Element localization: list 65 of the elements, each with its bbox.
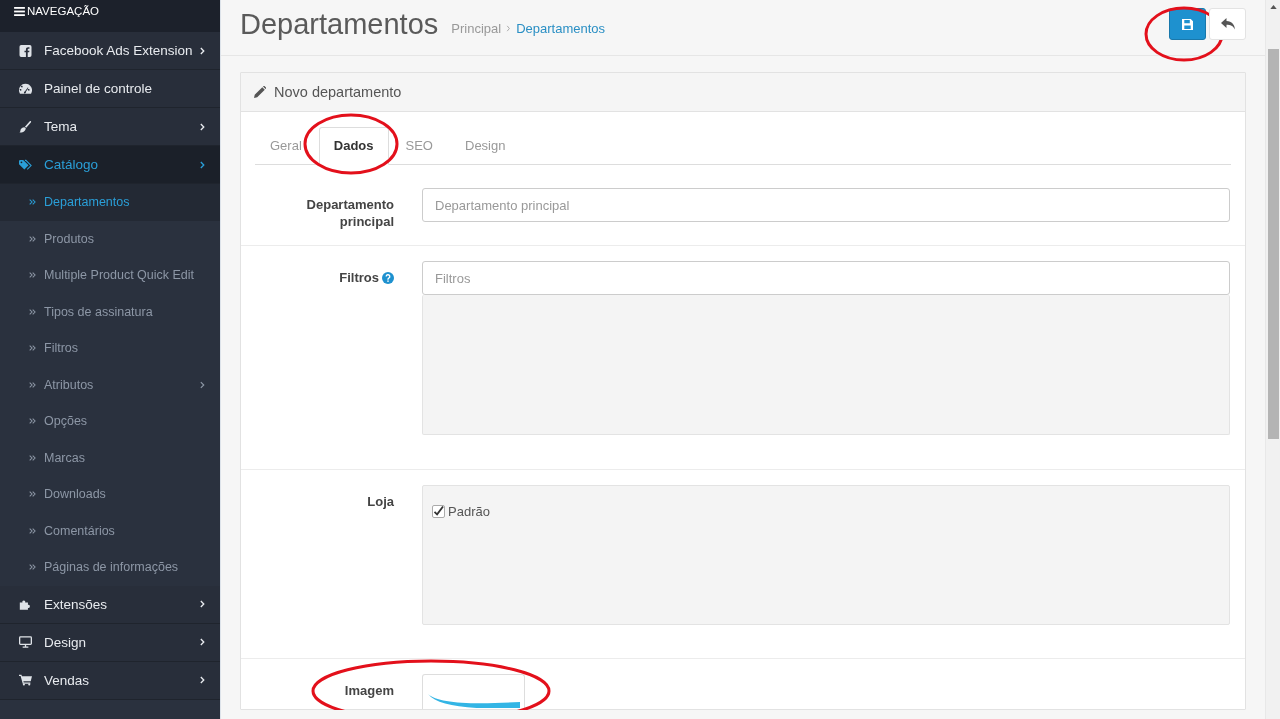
double-chevron-icon [29,199,36,206]
menu-item[interactable]: Vendas [0,661,220,700]
checkbox[interactable] [432,505,445,518]
facebook-icon [19,44,32,57]
double-chevron-icon [29,381,36,388]
field-label: Loja [367,493,394,510]
submenu-item[interactable]: Opções [0,403,220,440]
field-label: Imagem [344,682,394,699]
help-icon[interactable] [382,272,394,284]
image-thumbnail[interactable] [422,674,525,709]
submenu-item[interactable]: Produtos [0,220,220,257]
save-button[interactable] [1169,8,1206,40]
submenu-item[interactable]: Downloads [0,476,220,513]
double-chevron-icon [29,491,36,498]
menu-item[interactable]: Tema [0,108,220,146]
checkbox-label: Padrão [448,504,490,519]
nav-title: NAVEGAÇÃO [27,5,99,18]
cart-icon [19,674,32,686]
reply-arrow-icon [1220,18,1235,30]
tab[interactable]: SEO [390,127,448,165]
tag-icon [19,158,32,171]
page-title: Departamentos [240,6,439,41]
double-chevron-icon [29,527,36,534]
menu-item[interactable]: Design [0,623,220,662]
text-input[interactable]: Departamento principal [422,188,1230,222]
double-chevron-icon [29,454,36,461]
submenu-item[interactable]: Marcas [0,439,220,476]
scroll-up-icon[interactable] [1269,5,1277,9]
tab[interactable]: Geral [255,127,317,165]
text-input[interactable]: Filtros [422,261,1230,295]
tab[interactable]: Design [450,127,521,165]
monitor-icon [19,636,32,648]
double-chevron-icon [29,418,36,425]
breadcrumb-link[interactable]: Principal [451,21,502,36]
brush-icon [19,120,32,133]
submenu-item[interactable]: Comentários [0,512,220,549]
tab[interactable]: Dados [318,127,389,165]
menu-item[interactable]: Facebook Ads Extension [0,32,220,70]
submenu-item[interactable]: Tipos de assinatura [0,293,220,330]
double-chevron-icon [29,564,36,571]
menu-item[interactable]: Catálogo [0,146,220,184]
breadcrumb-separator-icon [506,25,512,32]
submenu-item[interactable]: Páginas de informações [0,549,220,586]
double-chevron-icon [29,345,36,352]
menu-item[interactable]: Painel de controle [0,70,220,108]
submenu-item[interactable]: Multiple Product Quick Edit [0,257,220,294]
double-chevron-icon [29,308,36,315]
save-icon [1182,18,1193,30]
pencil-icon [254,86,266,98]
submenu-item[interactable]: Filtros [0,330,220,367]
breadcrumb-link[interactable]: Departamentos [516,21,606,36]
double-chevron-icon [29,235,36,242]
menu-item[interactable]: Extensões [0,585,220,624]
submenu-item[interactable]: Atributos [0,366,220,403]
scrollbar-thumb[interactable] [1267,49,1279,439]
field-label: Departamento principal [305,196,394,230]
submenu-item[interactable]: Departamentos [0,184,220,221]
puzzle-icon [19,598,32,610]
menu-icon[interactable] [14,7,25,16]
panel-title: Novo departamento [274,84,402,100]
double-chevron-icon [29,272,36,279]
gauge-icon [19,82,32,95]
field-label: Filtros [339,269,379,286]
scrollbar[interactable] [1265,0,1280,719]
back-button[interactable] [1209,8,1246,40]
